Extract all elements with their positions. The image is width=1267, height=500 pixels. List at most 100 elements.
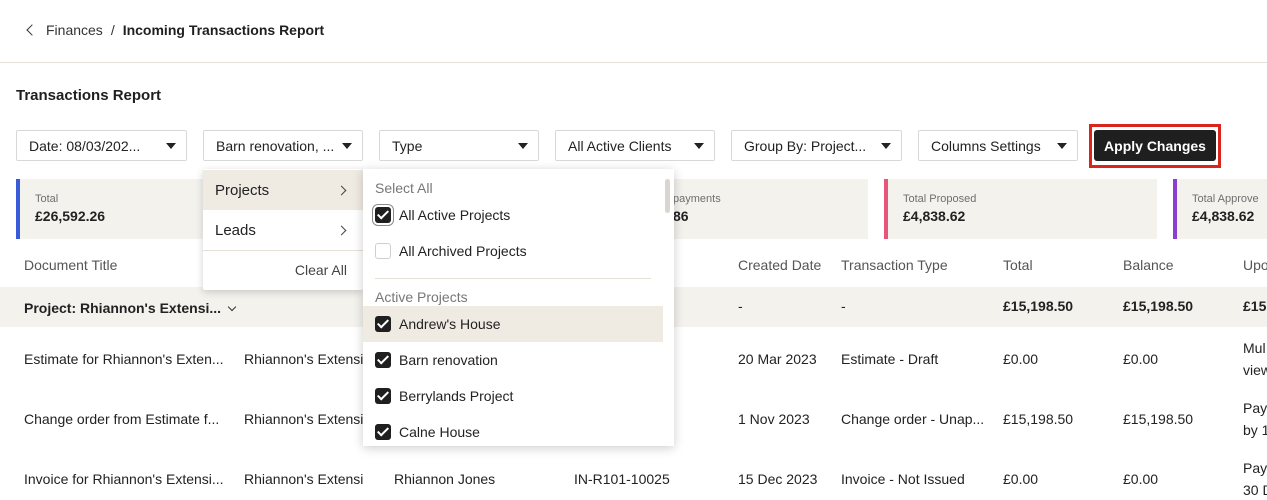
summary-card-total: Total £26,592.26 xyxy=(16,179,216,239)
row-3-extra-1: Pay xyxy=(1243,460,1267,476)
breadcrumb-separator: / xyxy=(110,22,115,38)
projects-select-menu: Select All All Active Projects All Archi… xyxy=(363,169,674,446)
row-1-extra-1: Mul xyxy=(1243,340,1266,356)
row-3-title[interactable]: Invoice for Rhiannon's Extensi... xyxy=(24,471,224,487)
row-2-title[interactable]: Change order from Estimate f... xyxy=(24,411,219,427)
checkbox-checked-icon[interactable] xyxy=(375,316,391,332)
menu-item-label: Leads xyxy=(215,221,256,239)
columns-settings-dropdown[interactable]: Columns Settings xyxy=(918,130,1078,161)
option-label: Berrylands Project xyxy=(399,388,514,404)
option-barn-renovation[interactable]: Barn renovation xyxy=(363,342,663,378)
column-header-upcoming[interactable]: Upo xyxy=(1243,257,1267,273)
column-header-document-title[interactable]: Document Title xyxy=(24,257,117,273)
checkbox-checked-icon[interactable] xyxy=(375,424,391,440)
projects-filter-dropdown[interactable]: Barn renovation, ... xyxy=(203,130,363,161)
clear-all-button[interactable]: Clear All xyxy=(295,262,347,278)
option-all-archived-projects[interactable]: All Archived Projects xyxy=(363,233,663,269)
option-label: Andrew's House xyxy=(399,316,501,332)
chevron-down-icon[interactable] xyxy=(227,302,237,312)
menu-item-projects[interactable]: Projects xyxy=(203,170,363,210)
row-3-client: Rhiannon Jones xyxy=(394,471,496,487)
row-3-number: IN-R101-10025 xyxy=(574,471,670,487)
option-calne-house[interactable]: Calne House xyxy=(363,414,663,446)
menu-divider xyxy=(375,278,651,279)
group-balance: £15,198.50 xyxy=(1123,298,1194,314)
option-label: Barn renovation xyxy=(399,352,498,368)
caret-down-icon xyxy=(518,142,528,149)
clients-filter-dropdown[interactable]: All Active Clients xyxy=(555,130,715,161)
group-extra: £15, xyxy=(1243,298,1267,314)
option-label: All Archived Projects xyxy=(399,243,527,259)
caret-down-icon xyxy=(694,142,704,149)
row-3-total: £0.00 xyxy=(1003,471,1039,487)
row-2-created: 1 Nov 2023 xyxy=(738,411,810,427)
column-header-transaction-type[interactable]: Transaction Type xyxy=(841,257,948,273)
column-header-total[interactable]: Total xyxy=(1003,257,1033,273)
group-type: - xyxy=(841,298,846,314)
card-accent-bar xyxy=(1173,179,1177,239)
row-3-project: Rhiannon's Extensi xyxy=(244,471,364,487)
clients-filter-label: All Active Clients xyxy=(568,137,672,154)
menu-item-leads[interactable]: Leads xyxy=(203,210,363,250)
row-2-balance: £15,198.50 xyxy=(1123,411,1194,427)
column-header-balance[interactable]: Balance xyxy=(1123,257,1174,273)
row-3-created: 15 Dec 2023 xyxy=(738,471,818,487)
card-value: £4,838.62 xyxy=(1192,208,1255,224)
row-3-balance: £0.00 xyxy=(1123,471,1159,487)
card-value: £4,838.62 xyxy=(903,208,966,224)
select-all-heading[interactable]: Select All xyxy=(375,180,433,196)
card-accent-bar xyxy=(16,179,20,239)
row-2-extra-2: by 1 xyxy=(1243,422,1267,438)
date-filter-dropdown[interactable]: Date: 08/03/202... xyxy=(16,130,187,161)
option-label: Calne House xyxy=(399,424,480,440)
option-all-active-projects[interactable]: All Active Projects xyxy=(363,197,663,233)
group-title-text: Project: Rhiannon's Extensi... xyxy=(24,300,222,316)
row-2-total: £15,198.50 xyxy=(1003,411,1074,427)
group-created: - xyxy=(738,298,743,314)
summary-card-proposed: Total Proposed £4,838.62 xyxy=(884,179,1157,239)
caret-down-icon xyxy=(342,142,352,149)
summary-card-approved: Total Approve £4,838.62 xyxy=(1173,179,1267,239)
option-berrylands-project[interactable]: Berrylands Project xyxy=(363,378,663,414)
row-2-project: Rhiannon's Extensi xyxy=(244,411,364,427)
card-value: 86 xyxy=(673,208,689,224)
chevron-left-icon[interactable] xyxy=(26,24,38,36)
row-1-total: £0.00 xyxy=(1003,351,1039,367)
row-2-type: Change order - Unap... xyxy=(841,411,985,427)
option-andrews-house[interactable]: Andrew's House xyxy=(363,306,663,342)
filter-category-menu: Projects Leads Clear All xyxy=(203,169,363,290)
card-label: payments xyxy=(673,193,721,205)
row-2-extra-1: Pay xyxy=(1243,400,1267,416)
group-total: £15,198.50 xyxy=(1003,298,1074,314)
column-header-created-date[interactable]: Created Date xyxy=(738,257,821,273)
row-1-extra-2: view xyxy=(1243,362,1267,378)
card-label: Total Approve xyxy=(1192,193,1259,205)
breadcrumb-finances-link[interactable]: Finances xyxy=(46,22,103,38)
apply-changes-button[interactable]: Apply Changes xyxy=(1094,130,1216,161)
row-3-type: Invoice - Not Issued xyxy=(841,471,965,487)
checkbox-checked-icon[interactable] xyxy=(375,388,391,404)
caret-down-icon xyxy=(166,142,176,149)
menu-scrollbar[interactable] xyxy=(665,179,670,213)
checkbox-checked-icon[interactable] xyxy=(375,207,391,223)
checkbox-unchecked-icon[interactable] xyxy=(375,243,391,259)
chevron-right-icon xyxy=(336,225,347,235)
projects-filter-label: Barn renovation, ... xyxy=(216,137,334,154)
row-1-created: 20 Mar 2023 xyxy=(738,351,817,367)
row-3-extra-2: 30 D xyxy=(1243,482,1267,498)
date-filter-label: Date: 08/03/202... xyxy=(29,137,141,154)
columns-settings-label: Columns Settings xyxy=(931,137,1041,154)
breadcrumb-current: Incoming Transactions Report xyxy=(122,22,325,38)
header-divider xyxy=(0,62,1267,63)
row-1-balance: £0.00 xyxy=(1123,351,1159,367)
group-by-label: Group By: Project... xyxy=(744,137,867,154)
row-1-title[interactable]: Estimate for Rhiannon's Exten... xyxy=(24,351,224,367)
summary-card-payments: payments 86 xyxy=(653,179,868,239)
chevron-right-icon xyxy=(336,185,347,195)
checkbox-checked-icon[interactable] xyxy=(375,352,391,368)
active-projects-heading: Active Projects xyxy=(375,289,468,305)
group-title: Project: Rhiannon's Extensi... xyxy=(24,300,237,316)
type-filter-dropdown[interactable]: Type xyxy=(379,130,539,161)
group-by-dropdown[interactable]: Group By: Project... xyxy=(731,130,902,161)
row-1-project: Rhiannon's Extensi xyxy=(244,351,364,367)
